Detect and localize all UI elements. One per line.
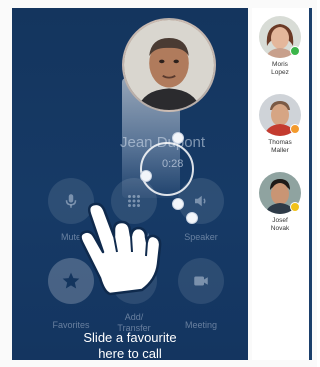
video-camera-icon <box>194 276 208 286</box>
hint-line-1: Slide a favourite <box>83 330 177 345</box>
drag-handle-top[interactable] <box>172 132 184 144</box>
presence-busy-icon <box>290 202 300 212</box>
contact-first-name: Moris <box>272 61 288 68</box>
speaker-icon <box>195 195 206 207</box>
drag-hint: Slide a favourite here to call <box>12 330 248 360</box>
meeting-button[interactable] <box>178 258 224 304</box>
hand-gesture-icon <box>79 202 162 296</box>
favorite-contact[interactable]: Josef Novak <box>252 172 308 233</box>
favorites-sidebar: Moris Lopez Thomas Maller Josef Novak <box>252 8 312 360</box>
sidebar-edge-divider <box>309 8 312 360</box>
active-call-screen: Jean Dupont 0:28 Mute Keypad <box>12 8 248 360</box>
favorite-contact[interactable]: Thomas Maller <box>252 94 308 155</box>
caller-avatar <box>122 18 216 112</box>
speaker-button[interactable] <box>178 178 224 224</box>
speaker-label: Speaker <box>184 232 218 242</box>
favorite-contact[interactable]: Moris Lopez <box>252 16 308 77</box>
presence-away-icon <box>290 124 300 134</box>
caller-photo-icon <box>124 20 214 110</box>
contact-first-name: Thomas <box>268 139 292 146</box>
contact-last-name: Lopez <box>271 69 289 76</box>
contact-last-name: Novak <box>270 225 290 232</box>
app-frame: Jean Dupont 0:28 Mute Keypad <box>0 0 317 367</box>
contact-first-name: Josef <box>272 217 288 224</box>
presence-available-icon <box>290 46 300 56</box>
contact-last-name: Maller <box>271 147 289 154</box>
hint-line-2: here to call <box>98 346 162 360</box>
